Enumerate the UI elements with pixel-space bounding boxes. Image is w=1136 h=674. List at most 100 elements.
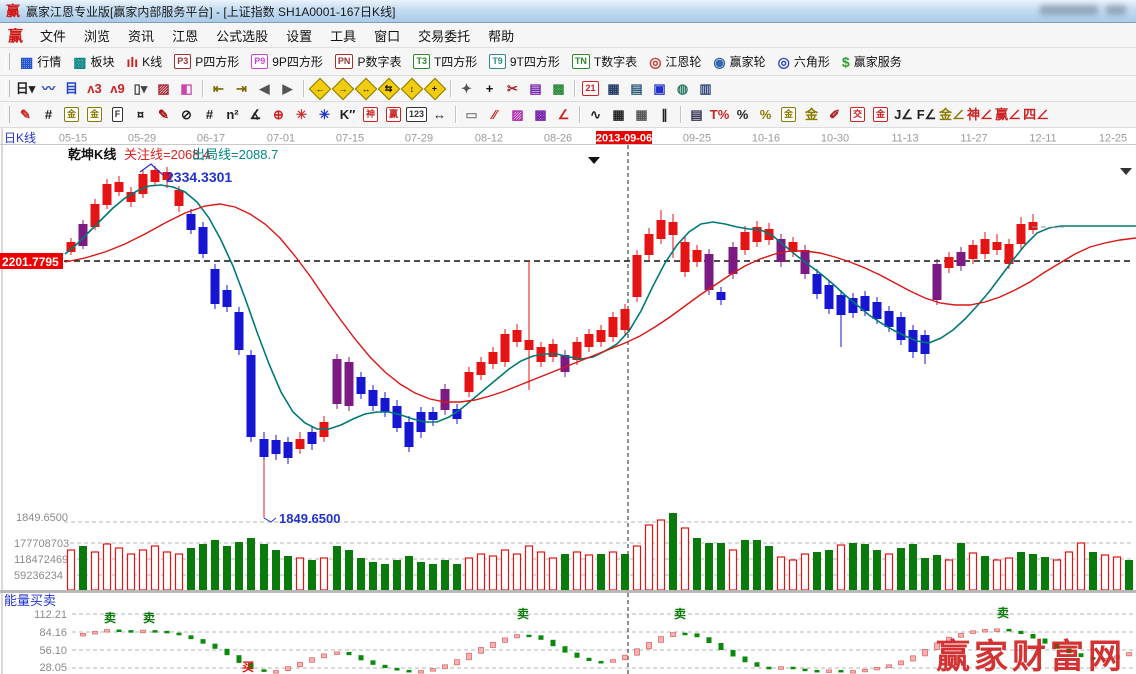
- wave-count-3-button[interactable]: ʌ3: [84, 78, 105, 99]
- t-square-button[interactable]: T3 T四方形: [407, 52, 483, 71]
- menu-item-8[interactable]: 交易委托: [409, 24, 479, 47]
- gold-circle-button[interactable]: 金: [778, 104, 799, 125]
- god-angle-button[interactable]: 神∠: [967, 104, 993, 125]
- pattern-lib-button[interactable]: ▩: [548, 78, 569, 99]
- fibo-grid-button[interactable]: F: [107, 104, 128, 125]
- win-grid-button[interactable]: 赢: [383, 104, 404, 125]
- j-angle-button[interactable]: J∠: [893, 104, 914, 125]
- chip-knife-button[interactable]: ✐: [824, 104, 845, 125]
- god-grid-button[interactable]: 神: [360, 104, 381, 125]
- gold-angle-button[interactable]: 金∠: [939, 104, 965, 125]
- t-number-table-button[interactable]: TN T数字表: [566, 52, 643, 71]
- parallel-lines-button[interactable]: ∥: [654, 104, 675, 125]
- wave-tool-button[interactable]: ∿: [585, 104, 606, 125]
- four-angle-button[interactable]: 四∠: [1023, 104, 1049, 125]
- percent-tool-button[interactable]: %: [732, 104, 753, 125]
- n-square-button[interactable]: n²: [222, 104, 243, 125]
- grid-tool-button[interactable]: ▦: [608, 104, 629, 125]
- notepad-button[interactable]: ▤: [626, 78, 647, 99]
- rect-tool-button[interactable]: ▭: [461, 104, 482, 125]
- jump-last-button[interactable]: ⇥: [231, 78, 252, 99]
- calendar-button[interactable]: 21: [580, 78, 601, 99]
- jump-first-button[interactable]: ⇤: [208, 78, 229, 99]
- expand-h-button[interactable]: ↔: [354, 77, 377, 100]
- calculator-button[interactable]: ▦: [603, 78, 624, 99]
- cross-box-button[interactable]: ▩: [530, 104, 551, 125]
- chart-area[interactable]: 05-15 05-29 06-17 07-01 07-15 07-29 08-12 08-26…: [0, 128, 1136, 674]
- f-angle-button[interactable]: F∠: [916, 104, 937, 125]
- p9-square-button[interactable]: P9 9P四方形: [245, 52, 329, 71]
- fan-lines-button[interactable]: ∕∕: [484, 104, 505, 125]
- title-bar[interactable]: 赢 赢家江恩专业版[赢家内部服务平台] - [上证指数 SH1A0001-167…: [0, 0, 1136, 23]
- menu-item-7[interactable]: 窗口: [365, 24, 409, 47]
- spiral-tool-button[interactable]: ¤: [130, 104, 151, 125]
- win-angle-button[interactable]: 赢∠: [995, 104, 1021, 125]
- drawing-palette-button[interactable]: ▤: [525, 78, 546, 99]
- time-ruler-button[interactable]: #: [38, 104, 59, 125]
- save-button[interactable]: ▣: [649, 78, 670, 99]
- browser-button[interactable]: ◍: [672, 78, 693, 99]
- expand-v-button[interactable]: ↕: [400, 77, 423, 100]
- zoom-out-h-button[interactable]: ←: [308, 77, 331, 100]
- menu-item-2[interactable]: 资讯: [119, 24, 163, 47]
- fan-box-button[interactable]: ▨: [507, 104, 528, 125]
- pencil-tool-button[interactable]: ✎: [15, 104, 36, 125]
- gann-web-button[interactable]: ✳: [291, 104, 312, 125]
- menu-item-1[interactable]: 浏览: [75, 24, 119, 47]
- gann-wheel-button[interactable]: ◎ 江恩轮: [643, 52, 707, 71]
- percent-table-button[interactable]: ▤: [686, 104, 707, 125]
- gold-box-button[interactable]: 金: [870, 104, 891, 125]
- gold-grid-button[interactable]: 金: [61, 104, 82, 125]
- sectors-button[interactable]: ▩ 板块: [67, 52, 120, 71]
- period-daily-button[interactable]: 日▾: [15, 78, 36, 99]
- p-number-table-button[interactable]: PN P数字表: [329, 52, 408, 71]
- marker-pen-button[interactable]: ✎: [153, 104, 174, 125]
- gold-grid-2-button[interactable]: 金: [84, 104, 105, 125]
- angle-ruler-button[interactable]: ∡: [245, 104, 266, 125]
- menu-item-9[interactable]: 帮助: [479, 24, 523, 47]
- wave-count-9-button[interactable]: ʌ9: [107, 78, 128, 99]
- percent-line-button[interactable]: %: [755, 104, 776, 125]
- compress-h-icon: ⇆: [377, 77, 400, 100]
- delete-drawing-button[interactable]: ✂: [502, 78, 523, 99]
- candle-body: [234, 312, 244, 350]
- kline-button[interactable]: ılı K线: [121, 52, 169, 71]
- candle-style-button[interactable]: ▯▾: [130, 78, 151, 99]
- zoom-in-h-button[interactable]: →: [331, 77, 354, 100]
- hexagon-button[interactable]: ◎ 六角形: [772, 52, 836, 71]
- t-percent-button[interactable]: T%: [709, 104, 730, 125]
- export-data-button[interactable]: ▥: [695, 78, 716, 99]
- quotes-button[interactable]: ▦ 行情: [14, 52, 67, 71]
- winner-service-button[interactable]: $ 赢家服务: [836, 52, 908, 71]
- page-prev-button[interactable]: ◀: [254, 78, 275, 99]
- menu-item-0[interactable]: 文件: [31, 24, 75, 47]
- compress-h-button[interactable]: ⇆: [377, 77, 400, 100]
- circle-ruler-button[interactable]: ⊘: [176, 104, 197, 125]
- t9-square-icon: T9: [489, 54, 506, 69]
- drag-hand-tool-button[interactable]: ✦: [456, 78, 477, 99]
- menu-item-3[interactable]: 江恩: [163, 24, 207, 47]
- gann-web-blue-button[interactable]: ✳: [314, 104, 335, 125]
- qiankun-wave-button[interactable]: 〰: [38, 78, 59, 99]
- winner-wheel-button[interactable]: ◉ 赢家轮: [707, 52, 771, 71]
- info-panel-button[interactable]: 目: [61, 78, 82, 99]
- menu-item-5[interactable]: 设置: [277, 24, 321, 47]
- timeshare-chart-button[interactable]: ◧: [176, 78, 197, 99]
- trade-box-button[interactable]: 交: [847, 104, 868, 125]
- chip-distribution-button[interactable]: ▨: [153, 78, 174, 99]
- menu-item-4[interactable]: 公式选股: [207, 24, 277, 47]
- gann-target-button[interactable]: ⊕: [268, 104, 289, 125]
- gold-levels-button[interactable]: 金: [801, 104, 822, 125]
- page-next-button[interactable]: ▶: [277, 78, 298, 99]
- bar-ruler-button[interactable]: #: [199, 104, 220, 125]
- t9-square-button[interactable]: T9 9T四方形: [483, 52, 566, 71]
- menu-item-6[interactable]: 工具: [321, 24, 365, 47]
- width-measure-button[interactable]: ↔: [429, 104, 450, 125]
- crosshair-tool-button[interactable]: +: [479, 78, 500, 99]
- fit-screen-button[interactable]: +: [423, 77, 446, 100]
- angle-fan-button[interactable]: ∠: [553, 104, 574, 125]
- grid-tool-2-button[interactable]: ▦: [631, 104, 652, 125]
- k-mark-button[interactable]: K″: [337, 104, 358, 125]
- count-grid-button[interactable]: 123: [406, 104, 428, 125]
- p-square-button[interactable]: P3 P四方形: [168, 52, 245, 71]
